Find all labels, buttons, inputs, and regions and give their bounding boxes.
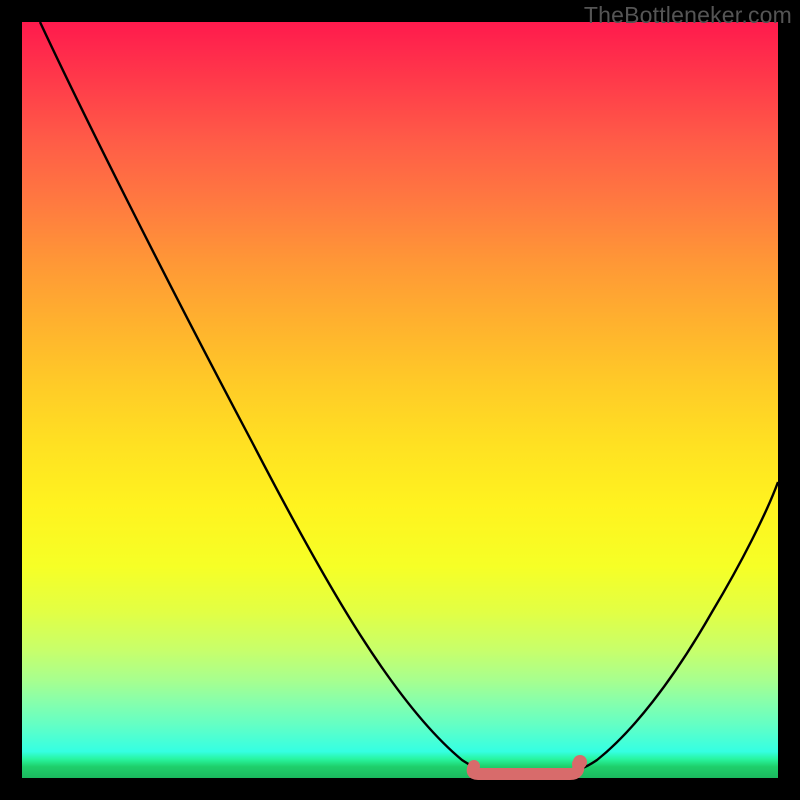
chart-overlay	[22, 22, 778, 778]
watermark-text: TheBottleneker.com	[584, 2, 792, 29]
bottleneck-curve	[40, 22, 778, 774]
optimal-marker	[473, 755, 587, 774]
chart-frame: TheBottleneker.com	[0, 0, 800, 800]
